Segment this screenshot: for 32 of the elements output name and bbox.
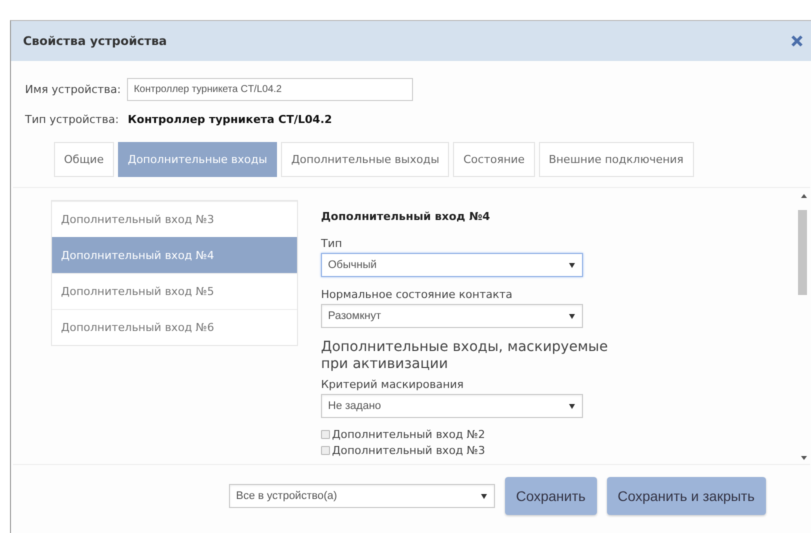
dropdown[interactable]: Не задано (321, 394, 583, 418)
save-button[interactable]: Сохранить (505, 477, 597, 515)
caret-icon (481, 494, 487, 498)
scroll-down-icon[interactable] (801, 456, 807, 460)
checkbox-label: Дополнительный вход №3 (332, 444, 486, 456)
field-label: Тип (321, 237, 344, 250)
field-label: Нормальное состояние контакта (321, 288, 514, 301)
input-field[interactable]: Контроллер турникета CT/L04.2 (126, 78, 413, 101)
dropdown[interactable]: Разомкнут (321, 304, 583, 328)
caret-icon (569, 404, 575, 408)
scroll-up-icon[interactable] (801, 194, 807, 198)
form-title: Дополнительный вход №4 (321, 210, 492, 223)
tab[interactable]: Общие (54, 142, 114, 177)
caret-icon (569, 314, 575, 318)
caret-icon (569, 262, 575, 268)
section-title: Дополнительные входы, маскируемые при активизации (321, 339, 609, 373)
dropdown[interactable]: Обычный (321, 253, 583, 277)
tab[interactable]: Состояние (453, 142, 535, 177)
checkbox[interactable] (321, 430, 330, 438)
tab[interactable]: Дополнительные выходы (281, 142, 450, 177)
checkbox-label: Дополнительный вход №2 (332, 428, 486, 440)
field-label: Критерий маскирования (321, 378, 465, 391)
field-label: Тип устройства: (25, 113, 119, 126)
close-icon[interactable] (791, 35, 803, 47)
field-label: Имя устройства: (25, 83, 121, 96)
save-button[interactable]: Сохранить и закрыть (606, 477, 766, 515)
dropdown[interactable]: Все в устройство(а) (229, 484, 495, 508)
scroll-thumb[interactable] (798, 210, 807, 295)
field-value: Контроллер турникета CT/L04.2 (128, 113, 332, 126)
window-title: Свойства устройства (23, 34, 167, 48)
checkbox[interactable] (321, 446, 330, 454)
tab[interactable]: Внешние подключения (538, 142, 694, 177)
